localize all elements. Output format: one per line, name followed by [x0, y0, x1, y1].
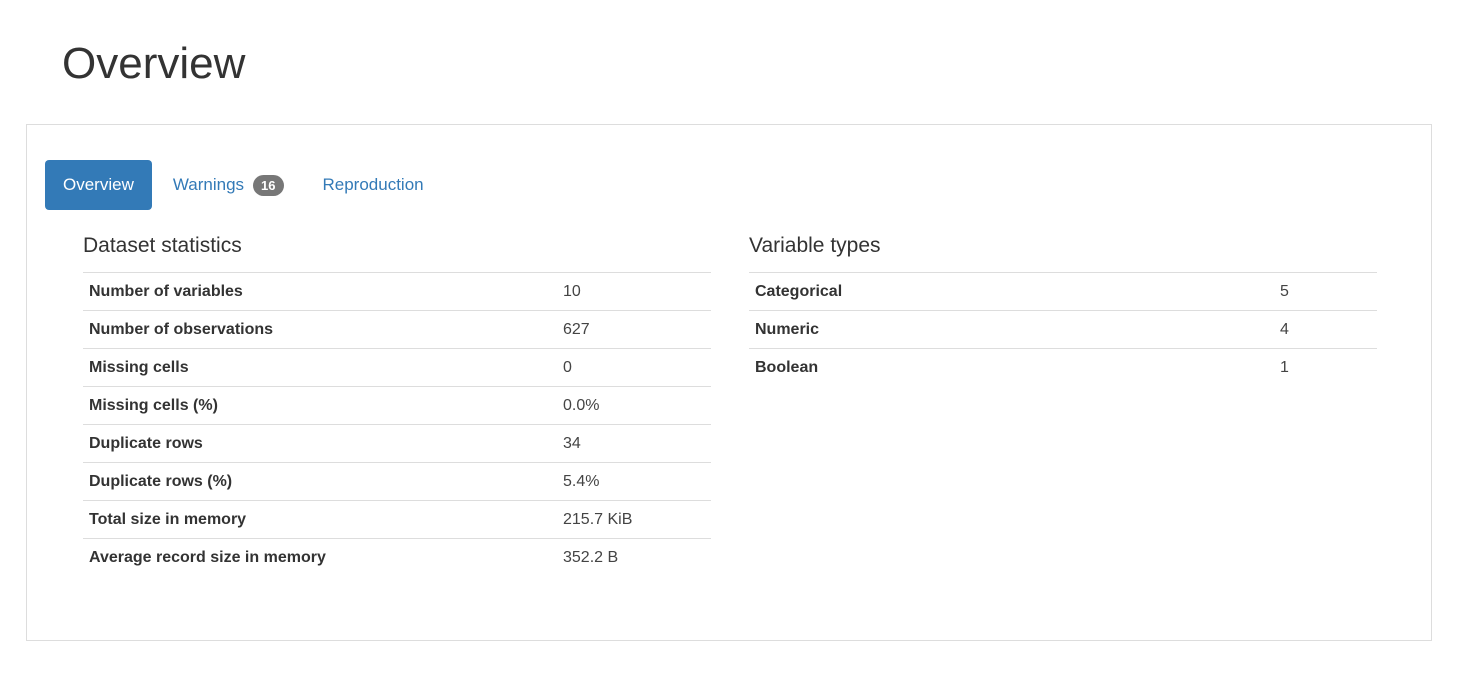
table-row: Total size in memory 215.7 KiB [83, 500, 711, 539]
row-value: 34 [557, 424, 711, 463]
row-value: 1 [1274, 348, 1377, 387]
row-value: 0.0% [557, 386, 711, 425]
table-row: Number of observations 627 [83, 310, 711, 349]
row-value: 215.7 KiB [557, 500, 711, 539]
tab-warnings[interactable]: Warnings 16 [152, 160, 305, 210]
row-value: 5.4% [557, 462, 711, 501]
variable-types-section: Variable types Categorical 5 Numeric 4 B… [749, 234, 1377, 387]
row-label: Missing cells [83, 348, 557, 387]
table-row: Average record size in memory 352.2 B [83, 538, 711, 577]
page-title: Overview [62, 39, 246, 88]
row-label: Number of variables [83, 272, 557, 311]
table-row: Categorical 5 [749, 272, 1377, 311]
table-row: Duplicate rows 34 [83, 424, 711, 463]
table-row: Boolean 1 [749, 348, 1377, 387]
row-label: Number of observations [83, 310, 557, 349]
dataset-statistics-table: Number of variables 10 Number of observa… [83, 272, 711, 577]
table-row: Number of variables 10 [83, 272, 711, 311]
row-value: 352.2 B [557, 538, 711, 577]
row-value: 5 [1274, 272, 1377, 311]
row-label: Total size in memory [83, 500, 557, 539]
tab-overview-label: Overview [63, 175, 134, 194]
row-value: 10 [557, 272, 711, 311]
variable-types-title: Variable types [749, 234, 881, 257]
tab-reproduction[interactable]: Reproduction [305, 160, 442, 210]
tab-reproduction-label: Reproduction [322, 175, 424, 194]
table-row: Missing cells 0 [83, 348, 711, 387]
row-value: 0 [557, 348, 711, 387]
row-label: Boolean [749, 348, 1274, 387]
table-row: Duplicate rows (%) 5.4% [83, 462, 711, 501]
row-label: Missing cells (%) [83, 386, 557, 425]
tab-overview[interactable]: Overview [45, 160, 152, 210]
warnings-count-badge: 16 [253, 174, 284, 196]
row-label: Categorical [749, 272, 1274, 311]
overview-panel: Overview Warnings 16 Reproduction Datase… [26, 124, 1432, 641]
row-value: 627 [557, 310, 711, 349]
tab-warnings-label: Warnings [172, 175, 245, 194]
row-label: Average record size in memory [83, 538, 557, 577]
row-label: Duplicate rows [83, 424, 557, 463]
tab-bar: Overview Warnings 16 Reproduction [45, 160, 442, 210]
dataset-statistics-section: Dataset statistics Number of variables 1… [83, 234, 711, 577]
row-label: Duplicate rows (%) [83, 462, 557, 501]
row-value: 4 [1274, 310, 1377, 349]
row-label: Numeric [749, 310, 1274, 349]
table-row: Missing cells (%) 0.0% [83, 386, 711, 425]
variable-types-table: Categorical 5 Numeric 4 Boolean 1 [749, 272, 1377, 387]
table-row: Numeric 4 [749, 310, 1377, 349]
dataset-statistics-title: Dataset statistics [83, 234, 242, 257]
